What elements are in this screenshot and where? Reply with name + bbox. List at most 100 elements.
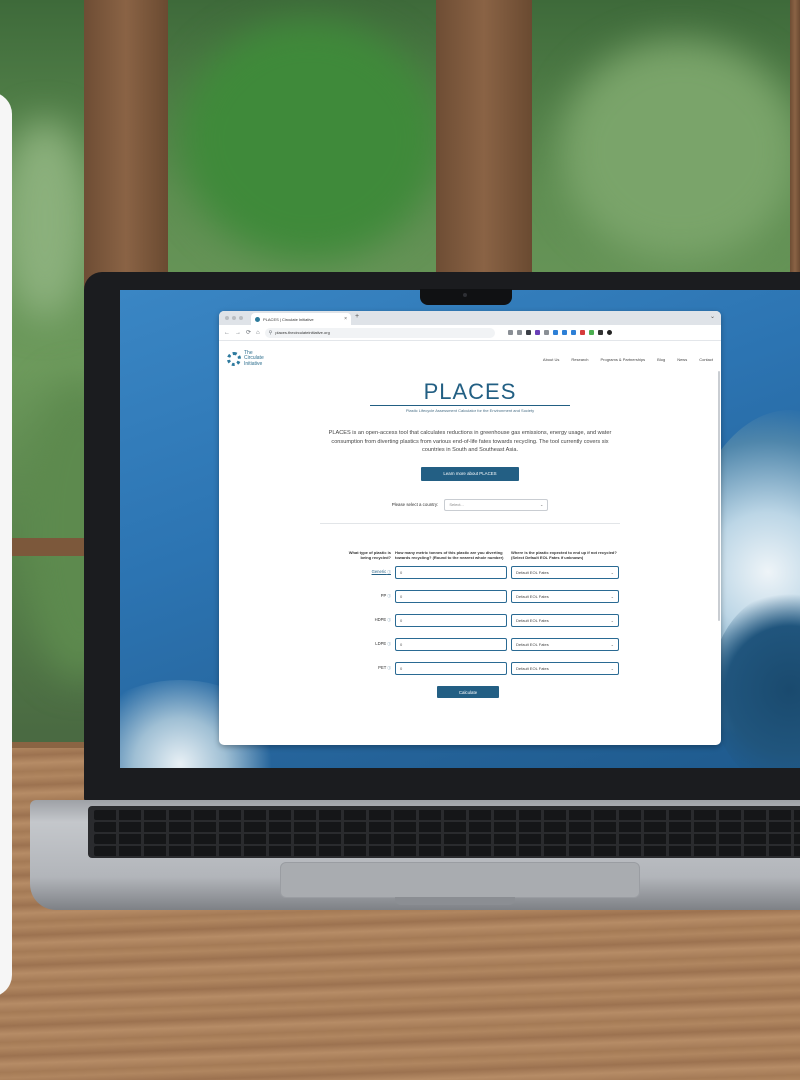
camera-notch [420, 289, 512, 305]
browser-toolbar: ← → ⟳ ⌂ ⚲ places.thecirculateinitiative.… [219, 325, 721, 341]
page-scrollbar[interactable] [718, 371, 720, 621]
calculator-row: LDPE ⓘ 0 Default EOL Fates ⌄ [339, 632, 619, 656]
quantity-input[interactable]: 0 [395, 613, 507, 627]
camera [463, 293, 467, 297]
page-title: PLACES [423, 379, 517, 404]
chevron-down-icon: ⌄ [610, 569, 614, 575]
page-subtitle: Plastic Lifecycle Assessment Calculator … [405, 408, 535, 413]
site-logo[interactable]: The Circulate Initiative [227, 351, 270, 367]
extension-icon[interactable] [597, 330, 603, 335]
intro-text: PLACES is an open-access tool that calcu… [328, 430, 612, 454]
address-bar[interactable]: ⚲ places.thecirculateinitiative.org [264, 327, 495, 338]
window-control-dot[interactable] [232, 316, 236, 320]
calculator-row: PET ⓘ 0 Default EOL Fates ⌄ [339, 656, 619, 680]
quantity-input[interactable]: 0 [395, 565, 507, 579]
laptop-notch-front [395, 897, 515, 905]
nav-link[interactable]: Research [571, 357, 588, 362]
window-control-dot[interactable] [239, 316, 243, 320]
forward-icon[interactable]: → [235, 330, 241, 336]
new-tab-icon[interactable]: + [355, 313, 359, 320]
section-divider [320, 522, 620, 524]
tab-bar: PLACES | Circulate Initiative × + ⌄ [219, 311, 721, 325]
country-placeholder: Select... [449, 502, 464, 508]
calculate-button[interactable]: Calculate [437, 686, 499, 699]
title-rule [370, 405, 570, 406]
calculator-row: Generic ⓘ 0 Default EOL Fates ⌄ [339, 560, 619, 584]
site-info-icon[interactable]: ⚲ [269, 330, 273, 336]
extension-icon[interactable] [561, 330, 567, 335]
site-nav: About Us Research Programs & Partnership… [543, 357, 713, 362]
plastic-type-label: HDPE ⓘ [374, 617, 391, 623]
quantity-input[interactable]: 0 [395, 589, 507, 603]
key-row [94, 810, 800, 820]
info-icon: ⓘ [387, 666, 391, 671]
plastic-type-label: PP ⓘ [380, 593, 391, 599]
calculator-row: HDPE ⓘ 0 Default EOL Fates ⌄ [339, 608, 619, 632]
extension-icon[interactable] [543, 330, 549, 335]
address-url: places.thecirculateinitiative.org [275, 330, 330, 335]
country-selector: Please select a country: Select... ⌄ [219, 498, 721, 511]
extension-icon[interactable] [570, 330, 576, 335]
info-icon: ⓘ [387, 618, 391, 623]
window-controls [225, 316, 243, 320]
learn-more-button[interactable]: Learn more about PLACES [421, 466, 519, 481]
info-icon: ⓘ [387, 594, 391, 599]
nav-link[interactable]: News [677, 357, 687, 362]
country-label: Please select a country: [391, 502, 439, 508]
column-header: Where is the plastic expected to end up … [511, 549, 617, 561]
close-tab-icon[interactable]: × [344, 316, 347, 322]
key-row [94, 822, 800, 832]
logo-text: The Circulate Initiative [244, 350, 264, 367]
extension-icon[interactable] [525, 330, 531, 335]
key-row [94, 834, 800, 844]
key-row [94, 846, 800, 856]
eol-fate-select[interactable]: Default EOL Fates ⌄ [511, 589, 619, 603]
extension-icon[interactable] [588, 330, 594, 335]
chevron-down-icon: ⌄ [610, 665, 614, 671]
browser-window: PLACES | Circulate Initiative × + ⌄ ← → … [219, 311, 721, 745]
chevron-down-icon: ⌄ [610, 641, 614, 647]
plastic-type-label[interactable]: Generic ⓘ [339, 569, 391, 575]
tab-title: PLACES | Circulate Initiative [263, 316, 314, 322]
nav-link[interactable]: Contact [699, 357, 713, 362]
reload-icon[interactable]: ⟳ [246, 330, 251, 336]
zoom-icon[interactable] [507, 330, 513, 335]
extension-icon[interactable] [579, 330, 585, 335]
extension-icon[interactable] [552, 330, 558, 335]
calculator-row: PP ⓘ 0 Default EOL Fates ⌄ [339, 584, 619, 608]
star-icon[interactable] [516, 330, 522, 335]
window-control-dot[interactable] [225, 316, 229, 320]
foliage-blur [0, 120, 90, 320]
nav-link[interactable]: Blog [657, 357, 665, 362]
column-header: What type of plastic is being recycled? [348, 549, 391, 561]
plastic-type-label: LDPE ⓘ [375, 641, 391, 647]
chevron-down-icon: ⌄ [610, 593, 614, 599]
eol-fate-select[interactable]: Default EOL Fates ⌄ [511, 613, 619, 627]
country-select[interactable]: Select... ⌄ [444, 498, 549, 511]
profile-icon[interactable] [606, 330, 612, 335]
eol-fate-select[interactable]: Default EOL Fates ⌄ [511, 661, 619, 675]
site-header: The Circulate Initiative About Us Resear… [219, 341, 721, 377]
chevron-down-icon: ⌄ [539, 502, 544, 508]
plastic-type-label: PET ⓘ [378, 665, 391, 671]
quantity-input[interactable]: 0 [395, 661, 507, 675]
info-icon: ⓘ [387, 570, 391, 575]
eol-fate-select[interactable]: Default EOL Fates ⌄ [511, 637, 619, 651]
home-icon[interactable]: ⌂ [256, 330, 260, 336]
back-icon[interactable]: ← [224, 330, 230, 336]
extension-icons [507, 330, 612, 335]
chevron-down-icon: ⌄ [610, 617, 614, 623]
quantity-input[interactable]: 0 [395, 637, 507, 651]
extension-icon[interactable] [534, 330, 540, 335]
logo-icon [227, 352, 241, 366]
trackpad [280, 862, 640, 898]
favicon-icon [255, 316, 260, 322]
nav-link[interactable]: Programs & Partnerships [600, 357, 645, 362]
tab-search-icon[interactable]: ⌄ [710, 313, 715, 320]
column-header: How many metric tonnes of this plastic a… [395, 549, 504, 561]
nav-link[interactable]: About Us [543, 357, 559, 362]
eol-fate-select[interactable]: Default EOL Fates ⌄ [511, 565, 619, 579]
info-icon: ⓘ [387, 642, 391, 647]
calculator-header: What type of plastic is being recycled? … [339, 550, 619, 560]
browser-tab[interactable]: PLACES | Circulate Initiative × [251, 313, 351, 325]
